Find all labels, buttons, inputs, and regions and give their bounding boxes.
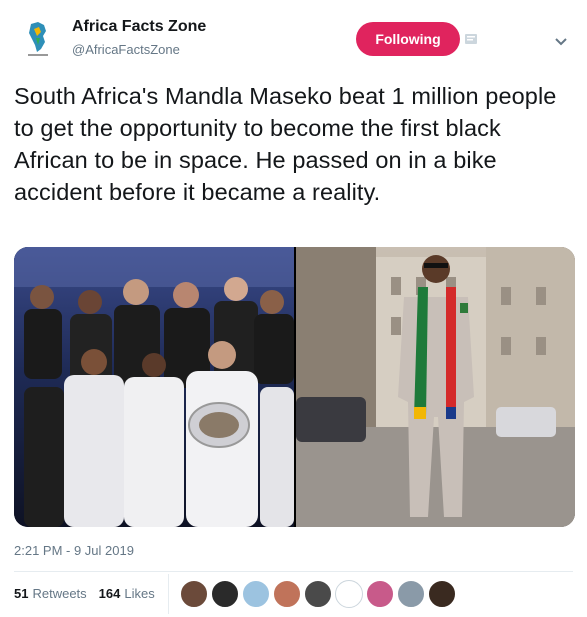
tweet-media[interactable]: [14, 247, 575, 527]
tweet-text: South Africa's Mandla Maseko beat 1 mill…: [14, 83, 557, 205]
liker-avatars: [180, 580, 459, 608]
liker-avatar[interactable]: [180, 580, 208, 608]
liker-avatar[interactable]: [304, 580, 332, 608]
chevron-down-icon[interactable]: [554, 34, 568, 46]
account-avatar[interactable]: [14, 14, 62, 62]
liker-avatar[interactable]: [366, 580, 394, 608]
block-icon[interactable]: [464, 32, 478, 46]
account-handle[interactable]: @AfricaFactsZone: [72, 42, 180, 57]
likes-count: 164: [98, 586, 121, 601]
likes-label: Likes: [124, 586, 155, 601]
tweet-timestamp[interactable]: 2:21 PM - 9 Jul 2019: [14, 543, 134, 558]
liker-avatar[interactable]: [242, 580, 270, 608]
liker-avatar[interactable]: [428, 580, 456, 608]
likes-stat[interactable]: 164 Likes: [99, 586, 155, 601]
display-name[interactable]: Africa Facts Zone: [72, 18, 206, 36]
liker-avatar[interactable]: [273, 580, 301, 608]
astronaut-group-photo[interactable]: [14, 247, 294, 527]
tweet-stats: 51 Retweets 164 Likes: [14, 586, 155, 601]
liker-avatar[interactable]: [397, 580, 425, 608]
retweets-count: 51: [14, 586, 29, 601]
retweets-label: Retweets: [32, 586, 87, 601]
liker-avatar[interactable]: [211, 580, 239, 608]
africa-map-logo-icon: [14, 14, 62, 62]
mandla-maseko-photo[interactable]: [296, 247, 575, 527]
liker-avatar[interactable]: [335, 580, 363, 608]
following-button[interactable]: Following: [356, 22, 460, 56]
retweets-stat[interactable]: 51 Retweets: [14, 586, 87, 601]
divider: [14, 571, 573, 572]
stats-divider: [168, 574, 169, 614]
tweet-card: Africa Facts Zone @AfricaFactsZone Follo…: [0, 0, 587, 617]
